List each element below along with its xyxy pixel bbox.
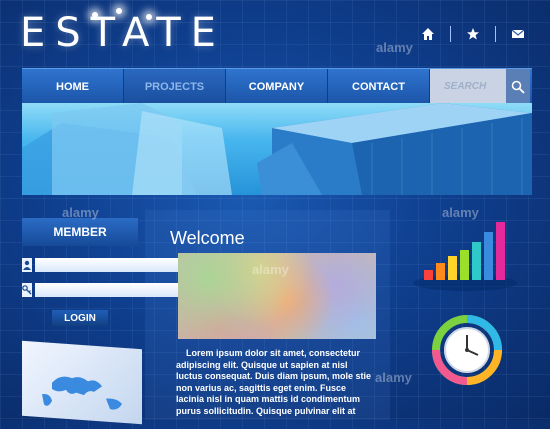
search-icon [511, 80, 525, 94]
divider [495, 26, 496, 42]
welcome-heading: Welcome [170, 228, 245, 248]
world-map-image [22, 340, 142, 425]
sparkle [116, 8, 122, 14]
search-input[interactable]: SEARCH [430, 69, 506, 104]
member-title: MEMBER [22, 218, 138, 246]
home-icon[interactable] [418, 24, 438, 44]
search-button[interactable] [506, 69, 530, 104]
watermark: alamy [375, 370, 412, 385]
nav-company[interactable]: COMPANY [226, 69, 328, 104]
logo[interactable]: ESTATE [20, 10, 226, 60]
username-field [22, 257, 212, 273]
user-icon [22, 258, 32, 272]
password-field [22, 282, 212, 298]
nav-contact[interactable]: CONTACT [328, 69, 430, 104]
watermark: alamy [252, 262, 289, 277]
mail-icon[interactable] [508, 24, 528, 44]
divider [450, 26, 451, 42]
key-icon [22, 283, 32, 297]
hero-banner [22, 103, 532, 195]
clock-icon [432, 315, 502, 385]
nav-home[interactable]: HOME [22, 69, 124, 104]
sparkle [146, 14, 152, 20]
welcome-text: Lorem ipsum dolor sit amet, consectetur … [176, 348, 372, 416]
main-nav: HOME PROJECTS COMPANY CONTACT SEARCH [22, 68, 532, 104]
star-icon[interactable] [463, 24, 483, 44]
sparkle [92, 12, 98, 18]
watermark: alamy [376, 40, 413, 55]
bar-graph-icon [413, 222, 517, 291]
nav-projects[interactable]: PROJECTS [124, 69, 226, 104]
watermark: alamy [62, 205, 99, 220]
login-button[interactable]: LOGIN [52, 310, 108, 326]
top-icon-bar [418, 24, 528, 44]
watermark: alamy [442, 205, 479, 220]
